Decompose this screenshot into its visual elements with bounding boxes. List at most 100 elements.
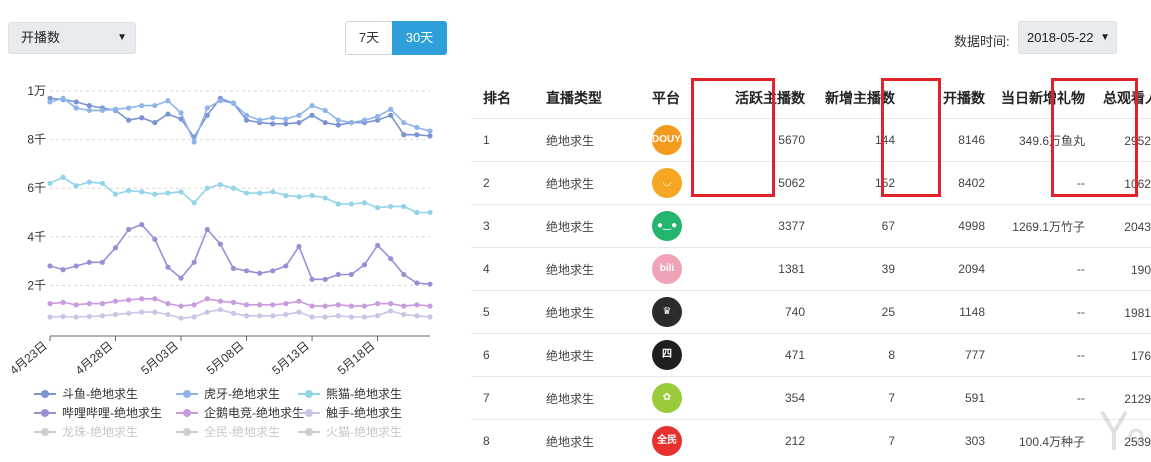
ranking-table: 排名 直播类型 平台 活跃主播数 新增主播数 开播数 当日新增礼物 总观看人气 … (471, 78, 1139, 462)
data-point (296, 310, 301, 315)
data-point (205, 227, 210, 232)
data-point (61, 267, 66, 272)
type-cell: 绝地求生 (535, 334, 648, 377)
logo-glyph: DOUYU (652, 125, 682, 155)
logo-glyph: ●‿● (652, 211, 682, 241)
table-row: 6绝地求生四4718777--176.5万 (471, 334, 1151, 377)
active-cell: 354 (710, 377, 810, 420)
new-cell: 8 (810, 334, 901, 377)
data-point (414, 132, 419, 137)
range-30-days-button[interactable]: 30天 (392, 21, 447, 55)
data-point (61, 96, 66, 101)
data-point (87, 260, 92, 265)
data-point (388, 204, 393, 209)
data-point (165, 265, 170, 270)
data-point (87, 314, 92, 319)
active-cell: 3377 (710, 205, 810, 248)
longzhu-logo[interactable]: ✿ (652, 383, 682, 413)
egame-logo[interactable]: ♛ (652, 297, 682, 327)
huya-logo[interactable]: ◡ (652, 168, 682, 198)
data-point (165, 301, 170, 306)
data-point (375, 301, 380, 306)
rank-cell: 4 (471, 248, 535, 291)
data-point (218, 182, 223, 187)
platform-cell: 全民 (648, 420, 710, 462)
data-point (296, 299, 301, 304)
data-point (309, 103, 314, 108)
type-cell: 绝地求生 (535, 162, 648, 205)
y-tick-label: 8千 (27, 133, 46, 147)
data-point (257, 302, 262, 307)
data-point (427, 133, 432, 138)
data-point (139, 296, 144, 301)
header-open[interactable]: 开播数 (901, 78, 991, 119)
new-cell: 7 (810, 377, 901, 420)
series-line (50, 177, 430, 212)
series-line (50, 98, 430, 142)
data-point (205, 105, 210, 110)
data-point (257, 313, 262, 318)
data-point (283, 263, 288, 268)
metric-select[interactable]: 开播数 ▼ (8, 22, 136, 54)
data-point (388, 113, 393, 118)
header-active[interactable]: 活跃主播数 (710, 78, 810, 119)
platform-cell: ✿ (648, 377, 710, 420)
data-point (349, 303, 354, 308)
data-point (113, 107, 118, 112)
data-point (323, 303, 328, 308)
legend-label: 火猫-绝地求生 (326, 423, 402, 441)
open-cell: 8402 (901, 162, 991, 205)
data-point (218, 307, 223, 312)
data-point (427, 282, 432, 287)
data-point (61, 175, 66, 180)
data-point (244, 190, 249, 195)
date-select[interactable]: 2018-05-22 ▼ (1018, 21, 1117, 54)
data-point (401, 132, 406, 137)
range-7-days-button[interactable]: 7天 (345, 21, 392, 55)
y-tick-label: 1万 (27, 84, 46, 98)
douyu-logo[interactable]: DOUYU (652, 125, 682, 155)
view-cell: 176.5万 (1091, 334, 1151, 377)
data-point (244, 118, 249, 123)
data-point (323, 120, 328, 125)
gift-cell: -- (991, 377, 1091, 420)
data-point (414, 302, 419, 307)
data-point (47, 314, 52, 319)
data-point (100, 301, 105, 306)
x-tick-label: 5月18日 (335, 339, 378, 378)
data-point (401, 312, 406, 317)
y-tick-label: 4千 (27, 230, 46, 244)
data-point (270, 115, 275, 120)
legend-label: 哔哩哔哩-绝地求生 (62, 404, 162, 422)
data-point (323, 314, 328, 319)
bilibili-logo[interactable]: bili (652, 254, 682, 284)
data-point (270, 313, 275, 318)
data-point (414, 125, 419, 130)
line-chart: 2千4千6千8千1万4月23日4月28日5月03日5月08日5月13日5月18日 (0, 75, 460, 385)
legend-swatch (176, 393, 198, 395)
data-point (349, 201, 354, 206)
data-point (336, 302, 341, 307)
data-point (257, 271, 262, 276)
platform-cell: 四 (648, 334, 710, 377)
type-cell: 绝地求生 (535, 248, 648, 291)
quanmin-logo[interactable]: 全民 (652, 426, 682, 456)
data-point (362, 314, 367, 319)
legend-label: 企鹅电竞-绝地求生 (204, 404, 304, 422)
header-view[interactable]: 总观看人气 (1091, 78, 1151, 119)
data-point (231, 311, 236, 316)
data-point (362, 303, 367, 308)
data-point (323, 277, 328, 282)
header-new[interactable]: 新增主播数 (810, 78, 901, 119)
legend-swatch (176, 412, 198, 414)
data-point (87, 103, 92, 108)
data-point (139, 189, 144, 194)
data-point (139, 115, 144, 120)
header-gift[interactable]: 当日新增礼物 (991, 78, 1091, 119)
data-point (87, 301, 92, 306)
data-point (270, 121, 275, 126)
x-tick-label: 5月03日 (138, 339, 181, 378)
panda-logo[interactable]: ●‿● (652, 211, 682, 241)
data-point (244, 302, 249, 307)
chushou-logo[interactable]: 四 (652, 340, 682, 370)
